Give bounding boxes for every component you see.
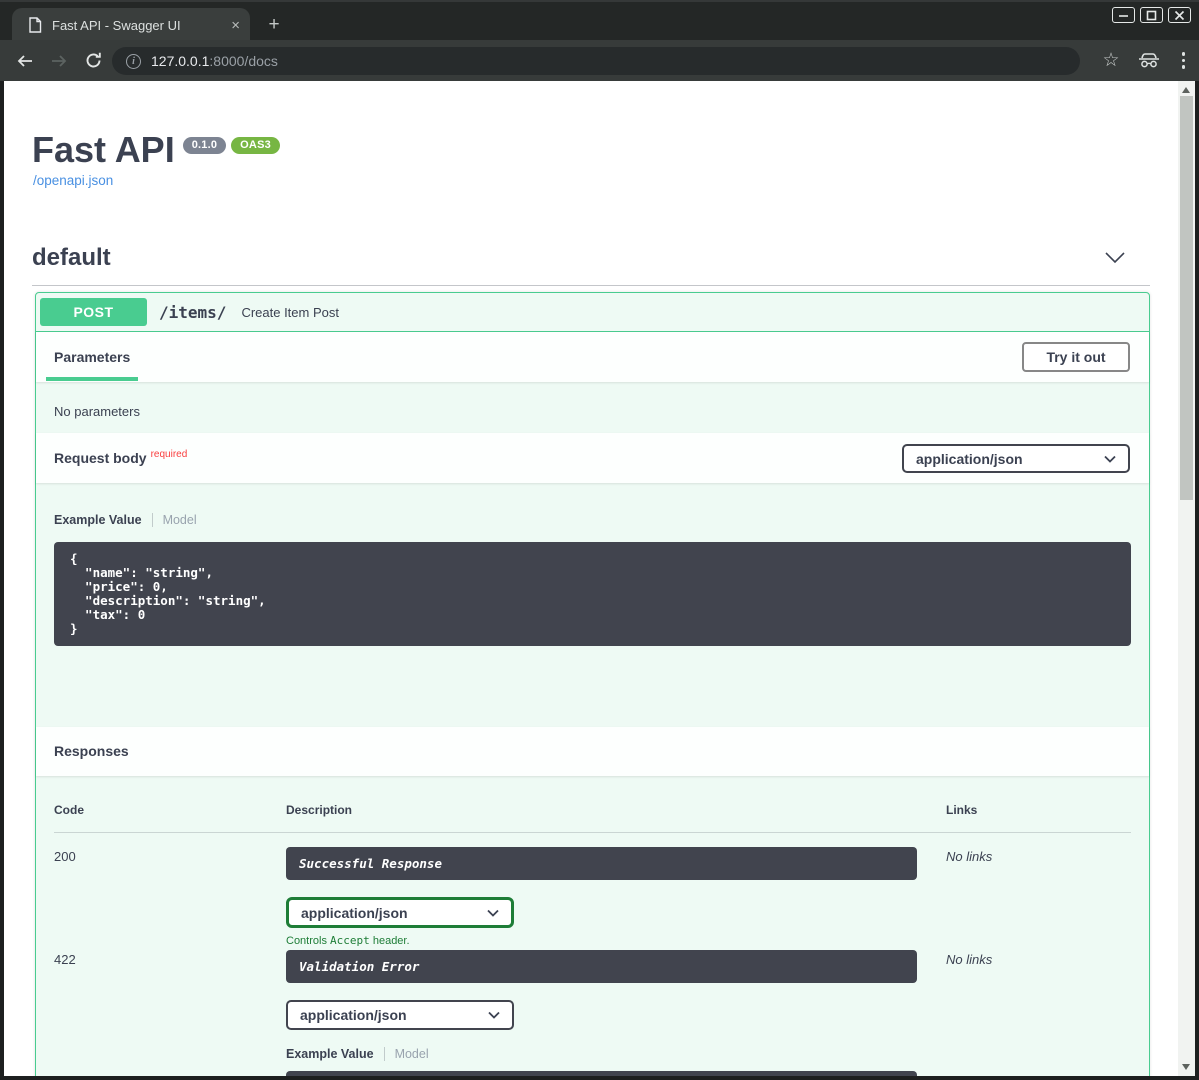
response-example-tabs: Example Value Model [286,1047,429,1061]
page-favicon-icon [28,17,42,33]
column-header-code: Code [54,803,84,817]
swagger-page: Fast API0.1.0OAS3 /openapi.json default … [4,81,1178,1076]
model-tab[interactable]: Model [395,1047,429,1061]
response-example-code [286,1071,917,1076]
request-body-label-text: Request body [54,450,147,466]
window-controls [1112,7,1191,23]
new-tab-button[interactable]: + [262,14,286,38]
toolbar-actions: ☆ [1102,40,1189,81]
responses-table-divider [54,832,1131,833]
operation-path: /items/ [159,303,226,322]
accept-note-mono: Accept [330,934,370,947]
tab-close-icon[interactable]: × [231,17,240,34]
column-header-description: Description [286,803,352,817]
request-example-tabs: Example Value Model [54,513,197,527]
response-422-description: Validation Error [286,950,917,983]
response-200-media-type-value: application/json [301,905,408,921]
openapi-spec-link[interactable]: /openapi.json [33,173,113,188]
reload-button[interactable] [78,46,108,76]
responses-section-header: Responses [36,727,1149,776]
scrollbar-thumb[interactable] [1180,96,1193,500]
tab-separator [384,1047,385,1061]
select-chevron-icon [487,909,499,917]
version-badge: 0.1.0 [183,137,226,154]
tab-separator [152,513,153,527]
required-marker: required [151,449,188,460]
url-path: :8000/docs [209,53,278,69]
response-code-200: 200 [54,849,76,864]
response-422-links: No links [946,952,992,967]
browser-menu-icon[interactable] [1178,52,1190,69]
browser-toolbar: i 127.0.0.1:8000/docs ☆ [0,40,1199,81]
forward-button[interactable] [44,46,74,76]
example-value-tab[interactable]: Example Value [286,1047,374,1061]
response-200-description: Successful Response [286,847,917,880]
tag-divider [32,285,1150,286]
request-body-section-header: Request body required application/json [36,433,1149,483]
close-window-button[interactable] [1168,7,1191,23]
address-bar[interactable]: i 127.0.0.1:8000/docs [112,47,1080,75]
response-422-media-type-value: application/json [300,1007,407,1023]
no-parameters-text: No parameters [54,404,140,419]
request-media-type-value: application/json [916,451,1023,467]
response-422-media-type-select[interactable]: application/json [286,1000,514,1030]
incognito-icon [1138,53,1160,68]
select-chevron-icon [1104,455,1116,463]
accept-header-note: Controls Accept header. [286,934,410,947]
browser-tab[interactable]: Fast API - Swagger UI × [12,8,250,42]
column-header-links: Links [946,803,977,817]
back-button[interactable] [10,46,40,76]
post-method-badge: POST [40,298,147,326]
oas3-badge: OAS3 [231,137,280,154]
post-items-opblock: POST /items/ Create Item Post Parameters… [35,292,1150,1076]
scrollbar-up-arrow-icon[interactable] [1182,87,1190,93]
url-text: 127.0.0.1:8000/docs [151,53,278,69]
select-chevron-icon [488,1011,500,1019]
response-code-422: 422 [54,952,76,967]
response-200-media-type-select[interactable]: application/json [286,897,514,928]
page-scrollbar[interactable] [1178,81,1195,1076]
model-tab[interactable]: Model [163,513,197,527]
request-media-type-select[interactable]: application/json [902,444,1130,473]
request-example-code: { "name": "string", "price": 0, "descrip… [54,542,1131,646]
bookmark-star-icon[interactable]: ☆ [1102,49,1119,72]
responses-title: Responses [54,743,129,759]
response-200-links: No links [946,849,992,864]
scrollbar-down-arrow-icon[interactable] [1182,1064,1190,1070]
operation-summary[interactable]: POST /items/ Create Item Post [36,293,1149,332]
browser-window: Fast API - Swagger UI × + i [0,0,1199,1080]
site-info-icon[interactable]: i [126,54,141,69]
accept-note-suffix: header. [370,935,410,947]
api-title: Fast API 0.1.0 OAS3 [32,129,280,171]
collapse-chevron-icon[interactable] [1104,251,1126,265]
operation-description: Create Item Post [241,305,339,320]
api-title-text: Fast API [32,129,175,170]
example-value-tab[interactable]: Example Value [54,513,142,527]
url-host: 127.0.0.1 [151,53,209,69]
tab-bar: Fast API - Swagger UI × + [0,0,1199,40]
tab-title: Fast API - Swagger UI [52,18,223,33]
parameters-tab-underline [46,377,138,381]
tag-section-title[interactable]: default [32,244,111,272]
request-body-label: Request body required [54,449,187,466]
accept-note-prefix: Controls [286,935,330,947]
parameters-section-header: Parameters Try it out [36,332,1149,382]
parameters-tab[interactable]: Parameters [54,349,130,365]
try-it-out-button[interactable]: Try it out [1022,342,1130,372]
minimize-button[interactable] [1112,7,1135,23]
maximize-button[interactable] [1140,7,1163,23]
